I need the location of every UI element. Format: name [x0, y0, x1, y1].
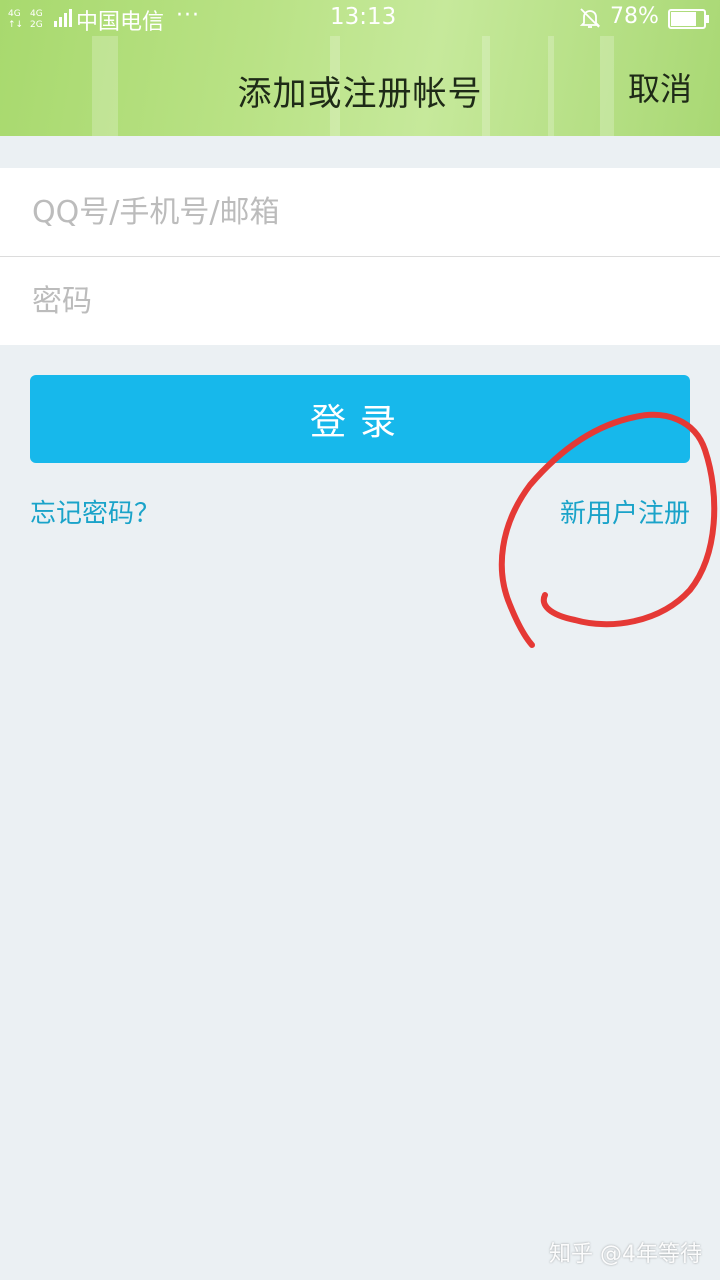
status-bar: 4G ↑↓ 4G 2G 中国电信 ··· 13:13 78% [0, 0, 720, 36]
cancel-button[interactable]: 取消 [628, 64, 692, 110]
account-input[interactable] [0, 168, 720, 256]
red-circle-annotation [498, 411, 718, 648]
carrier-name: 中国电信 [76, 10, 165, 35]
battery-percent: 78% [610, 4, 659, 29]
battery-icon [668, 9, 709, 29]
forgot-password-link[interactable]: 忘记密码？ [30, 493, 160, 530]
bell-mute-icon [579, 8, 601, 28]
svg-text:↑↓: ↑↓ [8, 20, 23, 29]
watermark: 知乎 @4年等待 [549, 1242, 702, 1267]
signal-icon: 4G ↑↓ 4G 2G [8, 9, 72, 29]
password-input[interactable] [0, 257, 720, 345]
login-form [0, 168, 720, 345]
page-title: 添加或注册帐号 [237, 74, 483, 114]
app-header: 4G ↑↓ 4G 2G 中国电信 ··· 13:13 78% 添加或注册帐号 取… [0, 0, 720, 136]
more-notifications-icon: ··· [176, 3, 200, 28]
status-time: 13:13 [330, 4, 397, 30]
network-type-top-2: 4G [30, 9, 43, 19]
title-bar: 添加或注册帐号 取消 [0, 36, 720, 136]
network-type-bottom: 2G [30, 20, 43, 29]
network-type-top: 4G [8, 9, 21, 19]
